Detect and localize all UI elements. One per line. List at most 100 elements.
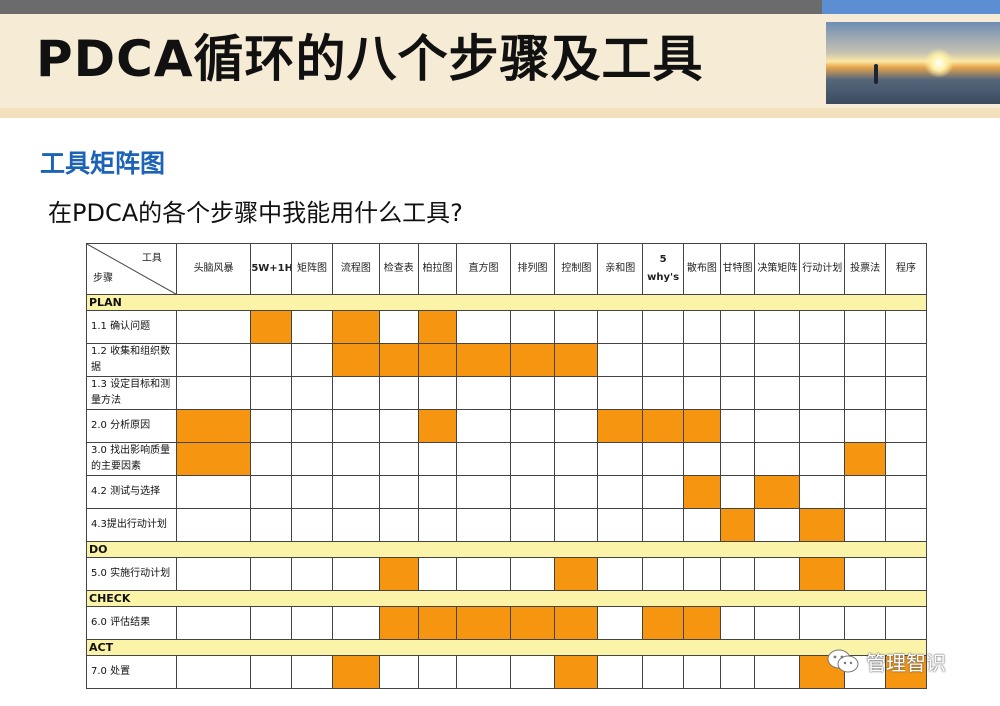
step-row: 6.0 评估结果: [86, 606, 927, 640]
matrix-cell-marked: [175, 409, 252, 443]
matrix-cell-marked: [554, 343, 599, 377]
matrix-cell: [682, 655, 721, 689]
matrix-cell: [885, 376, 927, 410]
step-label: 1.1 确认问题: [86, 310, 177, 344]
column-header: 甘特图: [719, 243, 756, 295]
matrix-cell: [291, 557, 333, 591]
column-header: 矩阵图: [291, 243, 333, 295]
column-header: 柏拉图: [417, 243, 458, 295]
matrix-cell-marked: [417, 409, 458, 443]
header-row: 工具 步骤 头脑风暴 5W+1H 矩阵图 流程图 检查表 柏拉图 直方图 排列图 控制图 亲和图 5…: [86, 243, 927, 295]
matrix-cell: [291, 508, 333, 542]
matrix-cell-marked: [754, 475, 801, 509]
matrix-cell: [754, 310, 801, 344]
watermark: 管理智识: [826, 646, 946, 676]
section-label: CHECK: [86, 590, 927, 607]
matrix-cell: [799, 376, 846, 410]
matrix-cell: [799, 343, 846, 377]
matrix-cell: [456, 310, 511, 344]
matrix-cell: [291, 655, 333, 689]
matrix-cell: [719, 442, 756, 476]
matrix-cell: [844, 310, 887, 344]
step-label: 5.0 实施行动计划: [86, 557, 177, 591]
step-label: 1.3 设定目标和测量方法: [86, 376, 177, 410]
matrix-cell: [509, 310, 556, 344]
matrix-cell: [799, 606, 846, 640]
matrix-cell-marked: [250, 310, 293, 344]
matrix-cell: [331, 508, 380, 542]
matrix-cell: [682, 376, 721, 410]
step-label: 1.2 收集和组织数据: [86, 343, 177, 377]
matrix-cell: [291, 343, 333, 377]
matrix-cell: [378, 508, 419, 542]
step-row: 4.2 测试与选择: [86, 475, 927, 509]
matrix-cell: [754, 508, 801, 542]
matrix-cell: [597, 606, 644, 640]
matrix-cell: [642, 475, 684, 509]
matrix-cell: [291, 475, 333, 509]
matrix-cell: [642, 376, 684, 410]
matrix-cell: [554, 475, 599, 509]
matrix-cell: [719, 310, 756, 344]
section-row: ACT: [86, 639, 927, 656]
column-header: 程序: [885, 243, 927, 295]
matrix-cell: [754, 557, 801, 591]
step-row: 2.0 分析原因: [86, 409, 927, 443]
matrix-cell: [642, 508, 684, 542]
matrix-cell: [378, 655, 419, 689]
matrix-cell: [456, 442, 511, 476]
matrix-cell-marked: [378, 557, 419, 591]
matrix-cell: [175, 376, 252, 410]
question-text: 在PDCA的各个步骤中我能用什么工具?: [48, 199, 463, 227]
matrix-cell-marked: [417, 310, 458, 344]
step-row: 1.2 收集和组织数据: [86, 343, 927, 377]
matrix-cell: [844, 475, 887, 509]
matrix-cell: [844, 606, 887, 640]
section-label: ACT: [86, 639, 927, 656]
matrix-cell: [719, 557, 756, 591]
column-header: 投票法: [844, 243, 887, 295]
matrix-cell: [175, 557, 252, 591]
matrix-cell: [250, 655, 293, 689]
matrix-cell: [844, 376, 887, 410]
matrix-cell: [885, 557, 927, 591]
matrix-cell: [754, 606, 801, 640]
corner-tool-label: 工具: [141, 253, 162, 264]
matrix-cell: [509, 442, 556, 476]
matrix-cell: [885, 508, 927, 542]
matrix-cell: [456, 409, 511, 443]
matrix-cell: [754, 376, 801, 410]
matrix-cell: [250, 343, 293, 377]
matrix-cell: [597, 310, 644, 344]
matrix-cell: [509, 557, 556, 591]
section-subtitle: 工具矩阵图: [40, 149, 166, 178]
matrix-cell: [331, 409, 380, 443]
matrix-cell: [417, 655, 458, 689]
matrix-cell: [642, 343, 684, 377]
matrix-cell: [291, 409, 333, 443]
matrix-cell: [378, 409, 419, 443]
matrix-cell: [456, 376, 511, 410]
matrix-cell: [597, 376, 644, 410]
matrix-cell: [642, 655, 684, 689]
matrix-cell: [554, 376, 599, 410]
matrix-cell: [799, 442, 846, 476]
matrix-cell: [331, 475, 380, 509]
matrix-cell: [799, 475, 846, 509]
matrix-cell-marked: [331, 310, 380, 344]
matrix-cell: [331, 376, 380, 410]
matrix-cell-marked: [378, 606, 419, 640]
matrix-cell: [719, 606, 756, 640]
matrix-cell-marked: [456, 606, 511, 640]
matrix-cell-marked: [642, 606, 684, 640]
matrix-cell-marked: [554, 557, 599, 591]
column-header: 控制图: [554, 243, 599, 295]
section-label: PLAN: [86, 294, 927, 311]
matrix-cell-marked: [682, 475, 721, 509]
matrix-cell: [597, 508, 644, 542]
column-header: 行动计划: [799, 243, 846, 295]
tool-matrix-table: 工具 步骤 头脑风暴 5W+1H 矩阵图 流程图 检查表 柏拉图 直方图 排列图 控制图 亲和图 5…: [86, 243, 927, 689]
corner-cell: 工具 步骤: [86, 243, 177, 295]
matrix-cell: [682, 508, 721, 542]
matrix-cell: [250, 557, 293, 591]
